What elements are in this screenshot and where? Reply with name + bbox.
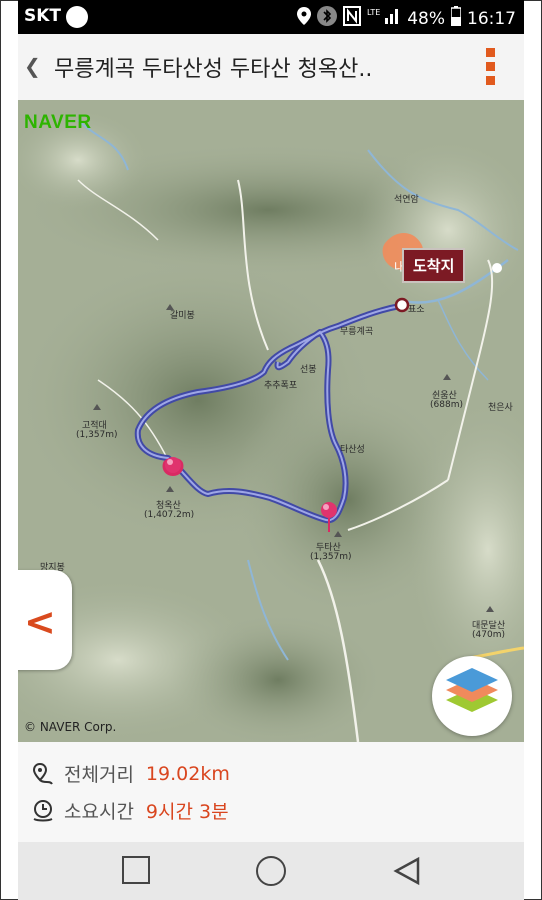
route-distance-icon xyxy=(32,762,53,785)
distance-label: 전체거리 xyxy=(64,764,134,786)
distance-value: 19.02km xyxy=(145,762,230,785)
system-nav-bar xyxy=(18,842,524,900)
map-view[interactable]: NAVER 내 위 도착지 석연암 갈미봉 무릉계곡 표소 선봉 추추폭포 고적… xyxy=(18,100,524,742)
map-label-cheoneunsa: 천은사 xyxy=(488,403,513,413)
page-title: 무릉계곡 두타산성 두타산 청옥산.. xyxy=(54,57,373,82)
battery-percent: 48% xyxy=(407,8,445,29)
map-layers-button[interactable] xyxy=(432,656,512,736)
clock: 16:17 xyxy=(467,8,516,29)
clock-walk-icon xyxy=(33,799,53,821)
status-bar: SKT LTE 48% 16:17 xyxy=(18,0,524,34)
bluetooth-icon xyxy=(317,6,338,31)
status-icons: LTE 48% 16:17 xyxy=(297,6,516,31)
recent-apps-icon[interactable] xyxy=(122,856,150,884)
nfc-icon xyxy=(343,6,362,31)
layers-icon xyxy=(446,668,498,712)
back-chevron-icon[interactable]: ❮ xyxy=(24,54,41,78)
app-screen: SKT LTE 48% 16:17 ❮ 무릉계곡 두타산성 두타산 청옥산.. xyxy=(18,0,524,900)
map-label-pyoso: 표소 xyxy=(408,305,425,315)
location-icon xyxy=(297,7,312,30)
notification-circle-icon xyxy=(66,6,88,28)
distance-row: 전체거리 19.02km xyxy=(32,760,230,787)
map-label-mureunggyegok: 무릉계곡 xyxy=(340,327,374,337)
map-label-daemundalsan-height: (470m) xyxy=(472,630,505,640)
side-collapse-button[interactable]: < xyxy=(18,570,72,670)
time-value: 9시간 3분 xyxy=(145,801,229,823)
time-label: 소요시간 xyxy=(64,801,134,823)
lte-icon: LTE xyxy=(367,6,401,31)
overflow-menu-icon[interactable] xyxy=(486,48,496,88)
svg-text:LTE: LTE xyxy=(367,8,380,17)
carrier-name: SKT xyxy=(24,6,62,26)
home-icon[interactable] xyxy=(256,856,286,886)
back-triangle-icon[interactable] xyxy=(392,856,422,886)
route-summary: 전체거리 19.02km 소요시간 9시간 3분 xyxy=(18,742,524,843)
map-label-cheongoksan-height: (1,407.2m) xyxy=(144,510,195,520)
chevron-left-icon: < xyxy=(24,600,56,644)
time-row: 소요시간 9시간 3분 xyxy=(32,797,229,824)
map-copyright: © NAVER Corp. xyxy=(24,720,117,734)
map-label-dutasanseong: 타산성 xyxy=(340,445,365,455)
arrival-badge[interactable]: 도착지 xyxy=(402,248,466,283)
battery-icon xyxy=(450,6,462,31)
naver-logo: NAVER xyxy=(24,112,92,133)
map-label-seokyeonam: 석연암 xyxy=(394,195,419,205)
map-label-dutasan-height: (1,357m) xyxy=(310,552,352,562)
map-label-chuchupokpo: 추추폭포 xyxy=(264,381,298,391)
app-header: ❮ 무릉계곡 두타산성 두타산 청옥산.. xyxy=(18,34,524,101)
map-label-swiungsan-height: (688m) xyxy=(430,400,463,410)
map-label-gojeokdae-height: (1,357m) xyxy=(76,430,118,440)
map-label-seonbong: 선봉 xyxy=(300,365,317,375)
map-label-galmibong: 갈미봉 xyxy=(170,311,195,321)
